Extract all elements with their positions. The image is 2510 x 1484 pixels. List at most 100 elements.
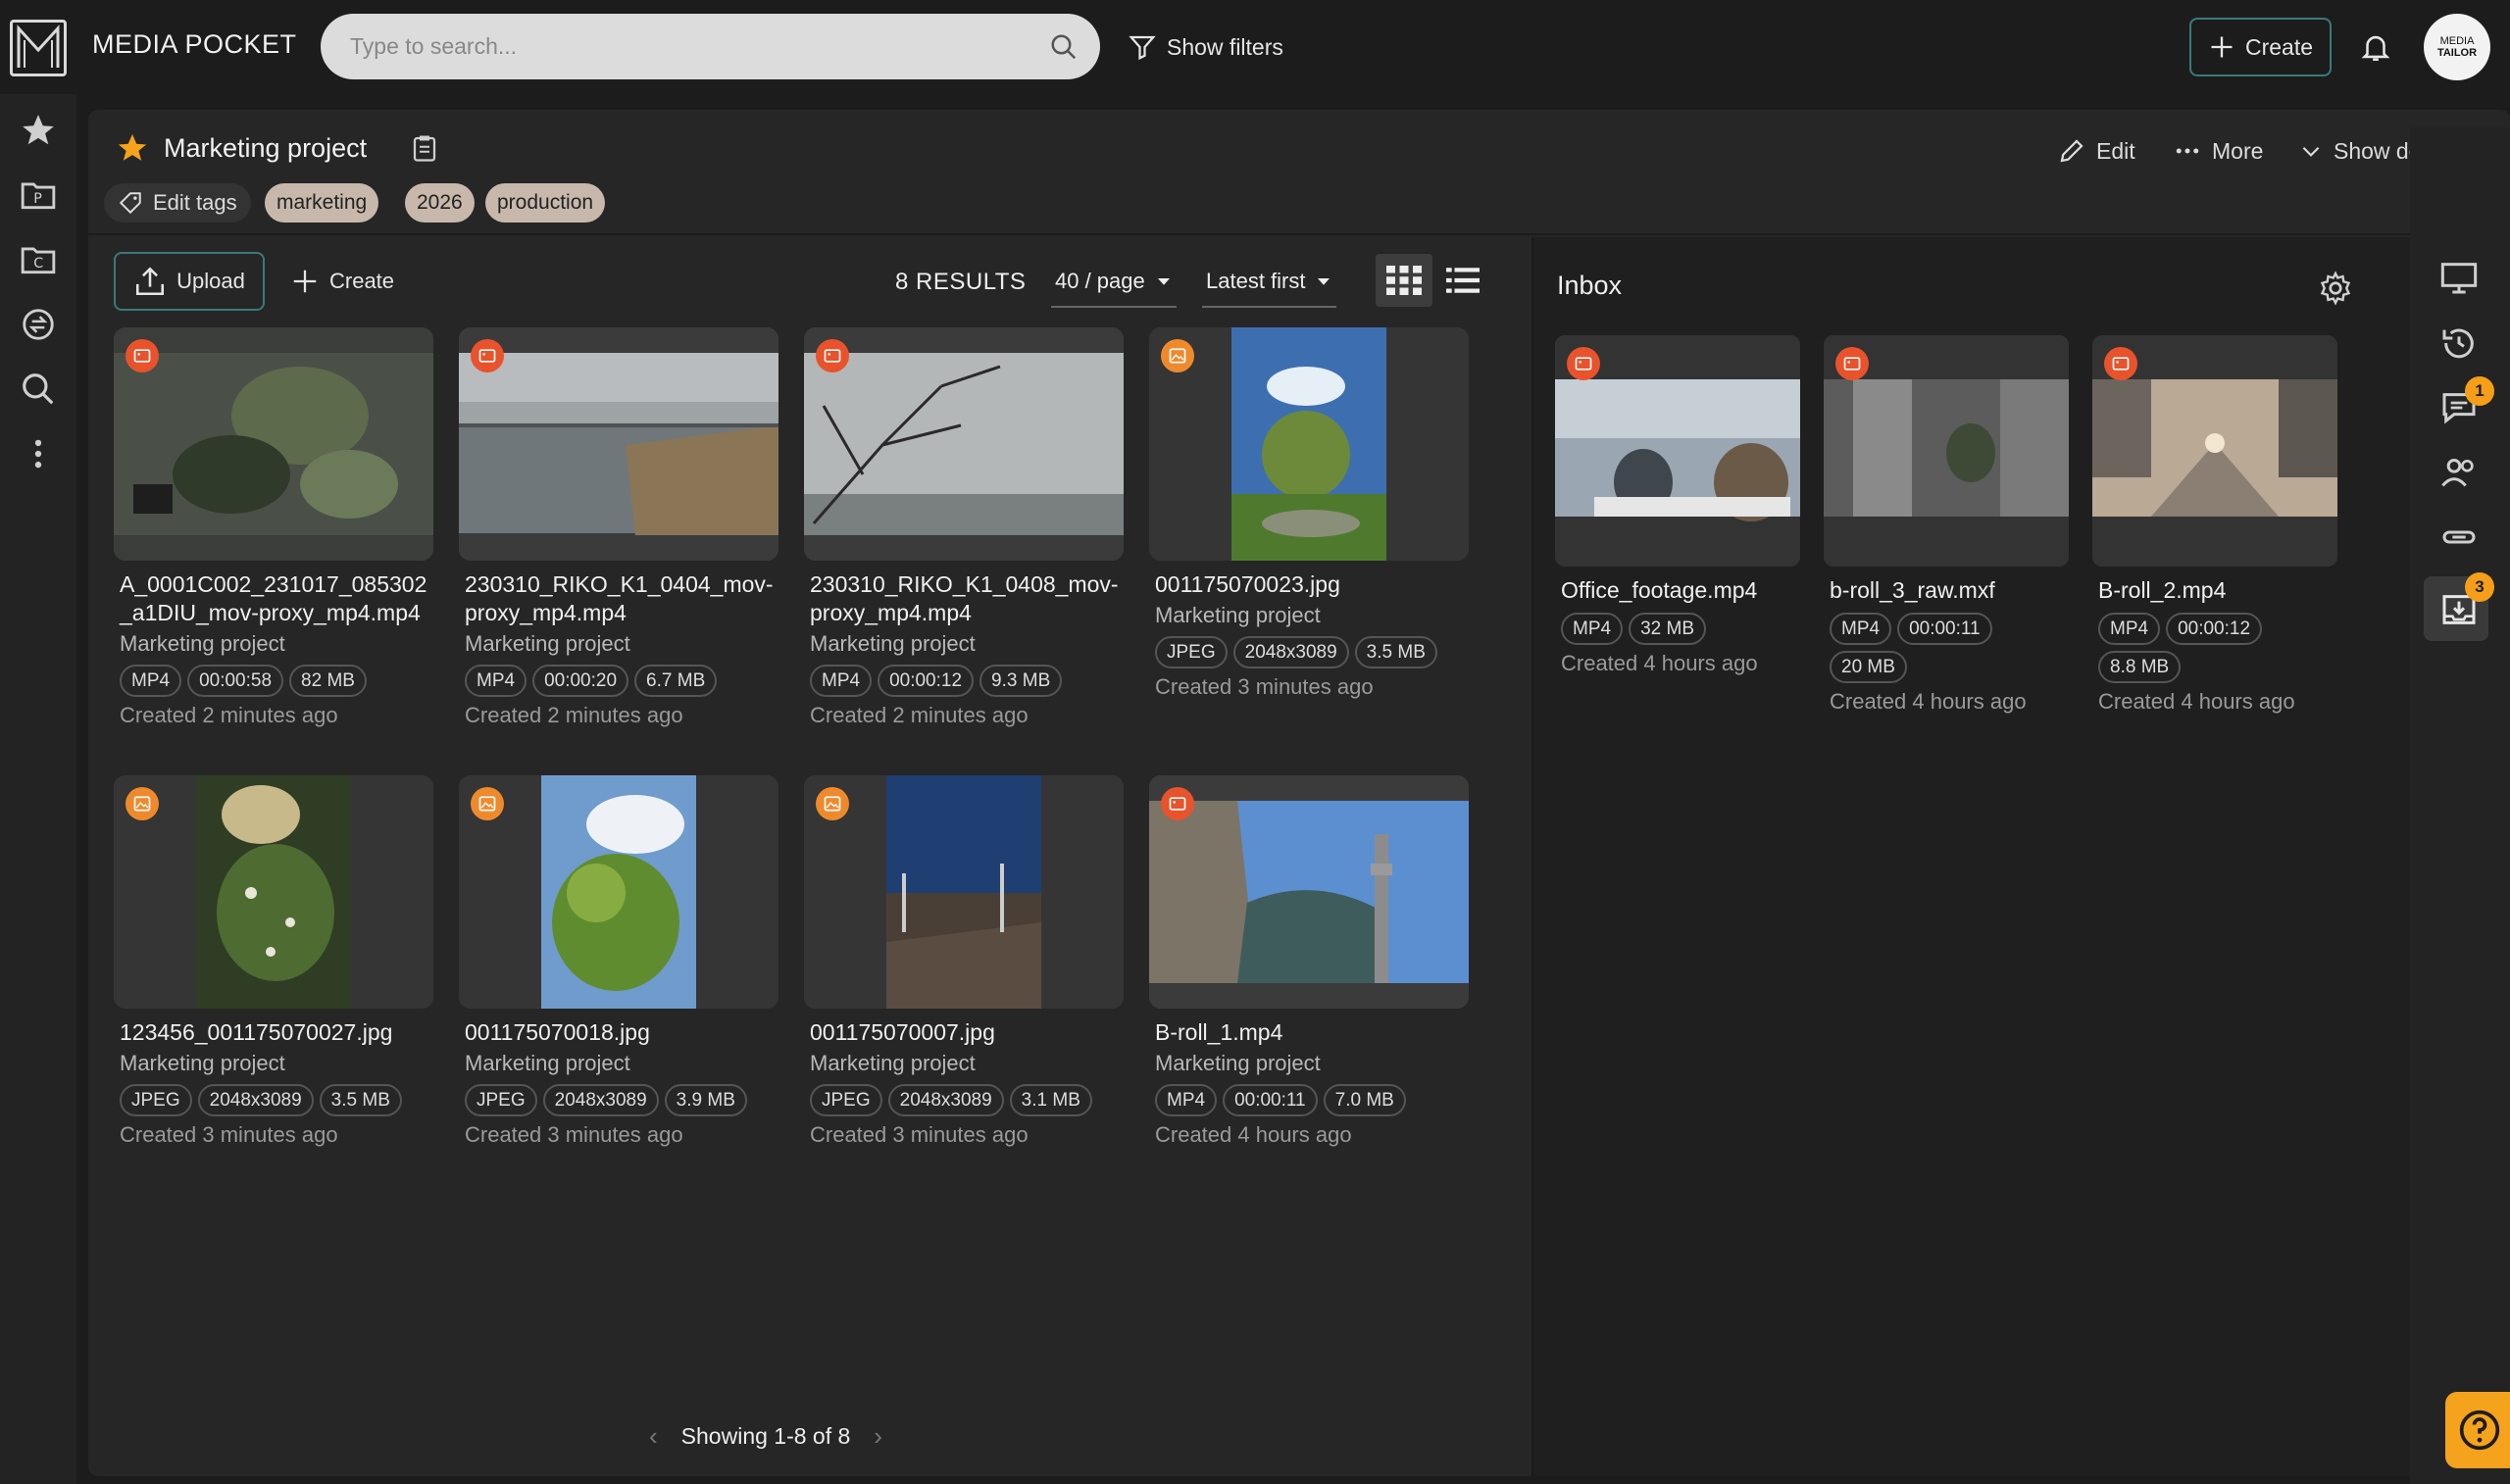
create-asset-button[interactable]: Create (290, 260, 394, 303)
tag-2026[interactable]: 2026 (405, 183, 475, 223)
asset-card[interactable]: B-roll_1.mp4 Marketing project MP4 00:00… (1149, 775, 1469, 1148)
asset-filename[interactable]: A_0001C002_231017_085302_a1DIU_mov-proxy… (114, 570, 433, 627)
more-button[interactable]: More (2173, 133, 2263, 169)
right-rail: 1 3 (2410, 127, 2510, 1484)
plus-icon (2211, 36, 2233, 58)
inbox-thumbnail[interactable] (1555, 335, 1800, 567)
asset-filename[interactable]: 001175070023.jpg (1149, 570, 1469, 599)
format-chip: MP4 (2098, 613, 2161, 645)
grid-view-button[interactable] (1376, 254, 1432, 307)
tag-marketing[interactable]: marketing (265, 183, 379, 223)
upload-button[interactable]: Upload (114, 252, 265, 311)
asset-card[interactable]: 001175070023.jpg Marketing project JPEG … (1149, 327, 1469, 700)
asset-thumbnail[interactable] (804, 775, 1124, 1009)
asset-thumbnail[interactable] (114, 327, 433, 561)
inbox-filename[interactable]: b-roll_3_raw.mxf (1824, 576, 2069, 605)
clipboard-icon[interactable] (412, 133, 437, 163)
asset-card[interactable]: 230310_RIKO_K1_0404_mov-proxy_mp4.mp4 Ma… (459, 327, 778, 728)
inbox-chips: MP4 32 MB (1555, 613, 1800, 645)
asset-card[interactable]: A_0001C002_231017_085302_a1DIU_mov-proxy… (114, 327, 433, 728)
format-chip: MP4 (120, 665, 182, 697)
avatar[interactable]: MEDIA TAILOR (2424, 14, 2490, 80)
per-page-select[interactable]: 40 / page (1051, 257, 1177, 308)
inbox-created: Created 4 hours ago (1561, 651, 1758, 675)
sort-select[interactable]: Latest first (1202, 257, 1337, 308)
size-chip: 82 MB (289, 665, 367, 697)
inbox-thumbnail[interactable] (2092, 335, 2337, 567)
asset-thumbnail[interactable] (459, 327, 778, 561)
star-icon[interactable] (116, 131, 149, 165)
video-badge-icon (471, 339, 504, 372)
format-chip: JPEG (810, 1084, 882, 1116)
next-page-icon[interactable]: › (874, 1421, 882, 1452)
thumbnail-image (459, 775, 778, 1009)
projects-folder-icon[interactable]: P (20, 176, 57, 214)
edit-button[interactable]: Edit (2057, 133, 2135, 169)
video-badge-icon (1161, 787, 1194, 820)
monitor-icon[interactable] (2439, 258, 2479, 297)
dimensions-chip: 2048x3089 (1232, 636, 1349, 668)
dimensions-chip: 2048x3089 (197, 1084, 314, 1116)
format-chip: JPEG (1155, 636, 1228, 668)
format-chip: JPEG (465, 1084, 537, 1116)
inbox-panel: Inbox Office_footage.mp4 MP4 32 MB Creat… (1531, 237, 2414, 1476)
asset-thumbnail[interactable] (114, 775, 433, 1009)
asset-thumbnail[interactable] (459, 775, 778, 1009)
favorites-star-icon[interactable] (20, 112, 57, 149)
size-chip: 6.7 MB (634, 665, 718, 697)
show-filters-button[interactable]: Show filters (1128, 27, 1283, 67)
asset-card[interactable]: 123456_001175070027.jpg Marketing projec… (114, 775, 433, 1148)
asset-chips: JPEG 2048x3089 3.9 MB (459, 1084, 778, 1116)
left-rail: P C (0, 94, 76, 1484)
thumbnail-image (804, 775, 1124, 1009)
asset-thumbnail[interactable] (1149, 327, 1469, 561)
upload-icon (136, 267, 165, 296)
users-icon[interactable] (2439, 453, 2479, 492)
inbox-item[interactable]: b-roll_3_raw.mxf MP4 00:00:11 20 MB Crea… (1824, 335, 2069, 715)
create-label: Create (2244, 33, 2314, 60)
asset-filename[interactable]: 001175070007.jpg (804, 1018, 1124, 1047)
size-chip: 3.1 MB (1009, 1084, 1092, 1116)
prev-page-icon[interactable]: ‹ (649, 1421, 658, 1452)
asset-filename[interactable]: 123456_001175070027.jpg (114, 1018, 433, 1047)
inbox-thumbnail[interactable] (1824, 335, 2069, 567)
search-icon[interactable] (1049, 32, 1079, 62)
pagination: ‹ Showing 1-8 of 8 › (649, 1421, 882, 1452)
video-badge-icon (2104, 347, 2137, 380)
duration-chip: 00:00:11 (1897, 613, 1992, 645)
inbox-item[interactable]: Office_footage.mp4 MP4 32 MB Created 4 h… (1555, 335, 1800, 676)
more-vertical-icon[interactable] (20, 435, 57, 472)
history-icon[interactable] (2439, 323, 2479, 363)
asset-filename[interactable]: 230310_RIKO_K1_0408_mov-proxy_mp4.mp4 (804, 570, 1124, 627)
inbox-chips: MP4 00:00:12 8.8 MB (2092, 613, 2337, 683)
search-input[interactable] (350, 14, 1017, 79)
inbox-title: Inbox (1557, 271, 1623, 300)
list-view-button[interactable] (1434, 254, 1491, 307)
tag-production[interactable]: production (485, 183, 606, 223)
edit-label: Edit (2096, 137, 2135, 164)
inbox-filename[interactable]: Office_footage.mp4 (1555, 576, 1800, 605)
asset-thumbnail[interactable] (1149, 775, 1469, 1009)
attachment-icon[interactable] (2439, 518, 2479, 557)
search-icon[interactable] (20, 371, 57, 408)
collections-folder-icon[interactable]: C (20, 241, 57, 278)
asset-card[interactable]: 230310_RIKO_K1_0408_mov-proxy_mp4.mp4 Ma… (804, 327, 1124, 728)
bell-icon[interactable] (2359, 29, 2392, 65)
asset-filename[interactable]: 001175070018.jpg (459, 1018, 778, 1047)
search-bar[interactable] (321, 14, 1100, 79)
help-button[interactable] (2445, 1392, 2510, 1468)
app-logo[interactable] (10, 20, 67, 76)
asset-filename[interactable]: B-roll_1.mp4 (1149, 1018, 1469, 1047)
gear-icon[interactable] (2318, 271, 2353, 306)
sync-icon[interactable] (20, 306, 57, 343)
edit-tags-button[interactable]: Edit tags (104, 183, 251, 223)
asset-card[interactable]: 001175070018.jpg Marketing project JPEG … (459, 775, 778, 1148)
asset-thumbnail[interactable] (804, 327, 1124, 561)
asset-filename[interactable]: 230310_RIKO_K1_0404_mov-proxy_mp4.mp4 (459, 570, 778, 627)
create-button[interactable]: Create (2189, 18, 2332, 76)
asset-card[interactable]: 001175070007.jpg Marketing project JPEG … (804, 775, 1124, 1148)
top-bar: MEDIA POCKET Show filters Create MEDIA T… (0, 0, 2510, 94)
svg-text:P: P (33, 191, 42, 207)
inbox-filename[interactable]: B-roll_2.mp4 (2092, 576, 2337, 605)
inbox-item[interactable]: B-roll_2.mp4 MP4 00:00:12 8.8 MB Created… (2092, 335, 2337, 715)
